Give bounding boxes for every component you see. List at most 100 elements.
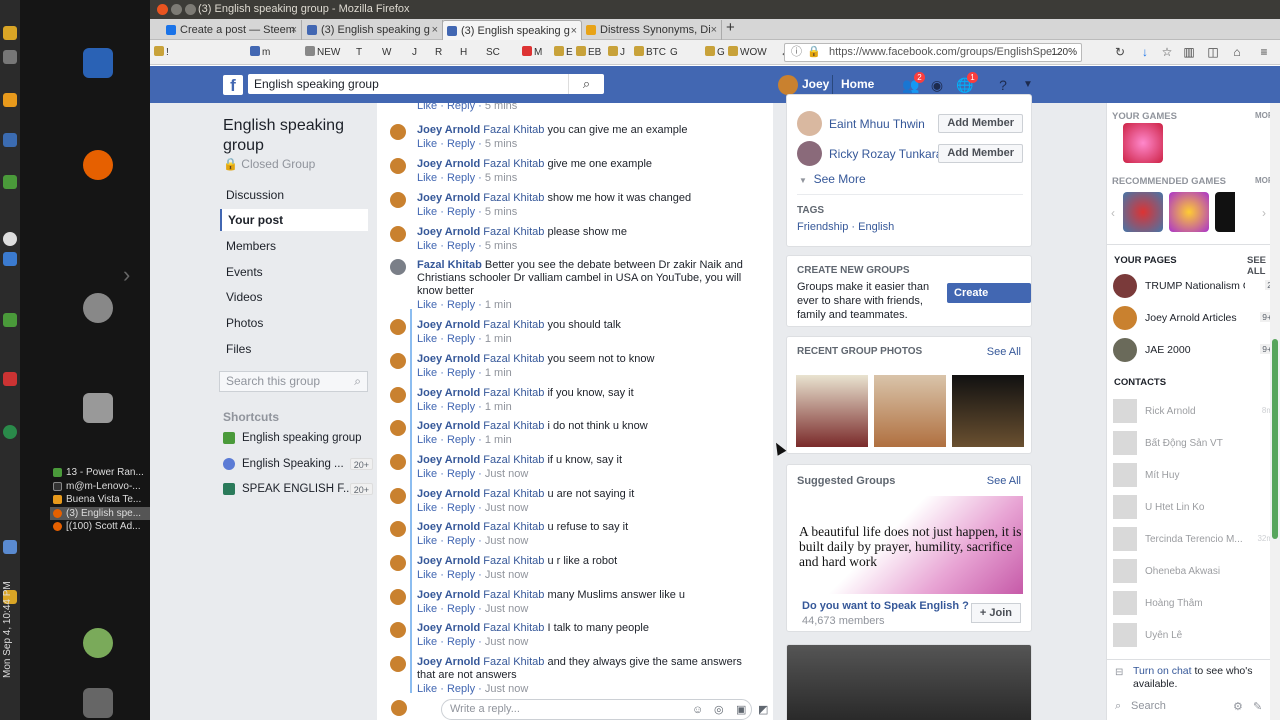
comment-time[interactable]: 5 mins xyxy=(485,172,517,184)
app-icon[interactable] xyxy=(3,232,17,246)
reply-link[interactable]: Reply xyxy=(447,535,475,547)
reply-link[interactable]: Reply xyxy=(447,172,475,184)
comment-mention[interactable]: Fazal Khitab xyxy=(483,656,544,668)
like-link[interactable]: Like xyxy=(417,434,437,446)
pocket-icon[interactable]: ◫ xyxy=(1207,46,1219,58)
see-more-link[interactable]: ▼ See More xyxy=(799,172,866,186)
like-link[interactable]: Like xyxy=(417,172,437,184)
like-link[interactable]: Like xyxy=(417,240,437,252)
bookmark-item[interactable]: R xyxy=(435,46,442,59)
bookmark-item[interactable]: E xyxy=(554,46,573,59)
facebook-search-input[interactable]: English speaking group ⌕ xyxy=(248,74,604,94)
like-link[interactable]: Like xyxy=(417,401,437,413)
account-menu-icon[interactable]: ▼ xyxy=(1020,77,1036,93)
close-window-button[interactable] xyxy=(157,4,168,15)
tiles-game-icon[interactable] xyxy=(1215,192,1255,232)
like-link[interactable]: Like xyxy=(417,502,437,514)
comment-author[interactable]: Joey Arnold xyxy=(417,158,480,170)
comment-avatar[interactable] xyxy=(390,555,406,571)
group-nav-your-post[interactable]: Your post xyxy=(220,209,368,231)
emoji-icon[interactable]: ☺ xyxy=(692,701,703,720)
comment-mention[interactable]: Fazal Khitab xyxy=(483,192,544,204)
home-link[interactable]: Home xyxy=(841,77,874,91)
chevron-right-icon[interactable]: › xyxy=(123,262,130,288)
archery-game-icon[interactable] xyxy=(1123,192,1163,232)
comment-author[interactable]: Joey Arnold xyxy=(417,226,480,238)
reply-link[interactable]: Reply xyxy=(447,468,475,480)
comment-author[interactable]: Joey Arnold xyxy=(417,589,480,601)
bookmark-item[interactable]: J xyxy=(412,46,417,59)
shortcut-item[interactable]: SPEAK ENGLISH F... 20+ xyxy=(223,480,373,498)
chevron-left-icon[interactable]: ‹ xyxy=(1111,206,1115,220)
browser-tab-active[interactable]: (3) English speaking g × xyxy=(442,20,582,40)
firefox-icon[interactable] xyxy=(83,150,113,180)
ubuntu-icon[interactable] xyxy=(83,293,113,323)
close-tab-icon[interactable]: × xyxy=(291,20,297,40)
comment-time[interactable]: Just now xyxy=(485,502,528,514)
comment-time[interactable]: Just now xyxy=(485,468,528,480)
comment-author[interactable]: Joey Arnold xyxy=(417,420,480,432)
comment-time[interactable]: Just now xyxy=(485,603,528,615)
like-link[interactable]: Like xyxy=(417,603,437,615)
comment-avatar[interactable] xyxy=(390,226,406,242)
comment-author[interactable]: Fazal Khitab xyxy=(417,259,482,271)
comment-mention[interactable]: Fazal Khitab xyxy=(483,488,544,500)
page-item[interactable]: Joey Arnold Articles 9+ xyxy=(1113,306,1277,332)
comment-avatar[interactable] xyxy=(390,589,406,605)
contact-item[interactable]: Uyên Lê xyxy=(1113,623,1277,649)
profile-avatar[interactable] xyxy=(778,75,798,95)
sticker-icon[interactable]: ◩ xyxy=(758,701,768,720)
reply-link[interactable]: Reply xyxy=(447,636,475,648)
group-nav-files[interactable]: Files xyxy=(220,338,368,360)
bookmark-item[interactable]: W xyxy=(382,46,391,59)
comment-time[interactable]: 1 min xyxy=(485,434,512,446)
comment-mention[interactable]: Fazal Khitab xyxy=(483,319,544,331)
menu-icon[interactable]: ≡ xyxy=(1258,46,1270,58)
add-member-button[interactable]: Add Member xyxy=(938,114,1023,133)
gear-icon[interactable]: ⚙ xyxy=(1233,700,1243,713)
contact-item[interactable]: Hoàng Thâm xyxy=(1113,591,1277,617)
close-tab-icon[interactable]: × xyxy=(711,20,717,40)
page-item[interactable]: JAE 2000 9+ xyxy=(1113,338,1277,364)
reply-link[interactable]: Reply xyxy=(447,103,475,112)
bookmark-item[interactable]: WOW xyxy=(728,46,767,59)
comment-mention[interactable]: Fazal Khitab xyxy=(483,124,544,136)
see-all-photos-link[interactable]: See All xyxy=(987,346,1021,358)
bookmark-item[interactable]: T xyxy=(356,46,362,59)
contact-item[interactable]: U Htet Lin Ko xyxy=(1113,495,1277,521)
group-nav-members[interactable]: Members xyxy=(220,235,368,257)
comment-avatar[interactable] xyxy=(390,319,406,335)
group-search-input[interactable]: Search this group ⌕ xyxy=(219,371,368,392)
comment-avatar[interactable] xyxy=(390,124,406,140)
group-nav-photos[interactable]: Photos xyxy=(220,312,368,334)
comment-avatar[interactable] xyxy=(390,454,406,470)
filezilla-icon[interactable] xyxy=(3,372,17,386)
like-link[interactable]: Like xyxy=(417,468,437,480)
reload-icon[interactable]: ↻ xyxy=(1114,46,1126,58)
join-button[interactable]: + Join xyxy=(970,603,1021,623)
member-avatar[interactable] xyxy=(797,141,822,166)
comment-avatar[interactable] xyxy=(390,353,406,369)
comment-author[interactable]: Joey Arnold xyxy=(417,454,480,466)
contact-item[interactable]: Rick Arnold 8m xyxy=(1113,399,1277,425)
chevron-right-icon[interactable]: › xyxy=(1262,206,1266,220)
shortcut-item[interactable]: English Speaking ... 20+ xyxy=(223,455,373,473)
bookmark-item[interactable]: SC xyxy=(486,46,500,59)
close-tab-icon[interactable]: × xyxy=(571,21,577,40)
comment-author[interactable]: Joey Arnold xyxy=(417,387,480,399)
add-member-button[interactable]: Add Member xyxy=(938,144,1023,163)
reply-link[interactable]: Reply xyxy=(447,603,475,615)
search-icon[interactable]: ⌕ xyxy=(354,372,361,391)
app-icon[interactable] xyxy=(3,313,17,327)
member-name[interactable]: Ricky Rozay Tunkara xyxy=(829,147,942,161)
create-group-button[interactable]: Create Group xyxy=(947,283,1031,319)
like-link[interactable]: Like xyxy=(417,299,437,311)
comment-time[interactable]: 1 min xyxy=(485,333,512,345)
comment-mention[interactable]: Fazal Khitab xyxy=(483,589,544,601)
scrollbar-thumb[interactable] xyxy=(1272,339,1278,539)
comment-author[interactable]: Joey Arnold xyxy=(417,319,480,331)
member-avatar[interactable] xyxy=(797,111,822,136)
comment-avatar[interactable] xyxy=(390,622,406,638)
browser-tab[interactable]: Distress Synonyms, Di × xyxy=(582,20,722,40)
shortcut-item[interactable]: English speaking group xyxy=(223,429,373,447)
